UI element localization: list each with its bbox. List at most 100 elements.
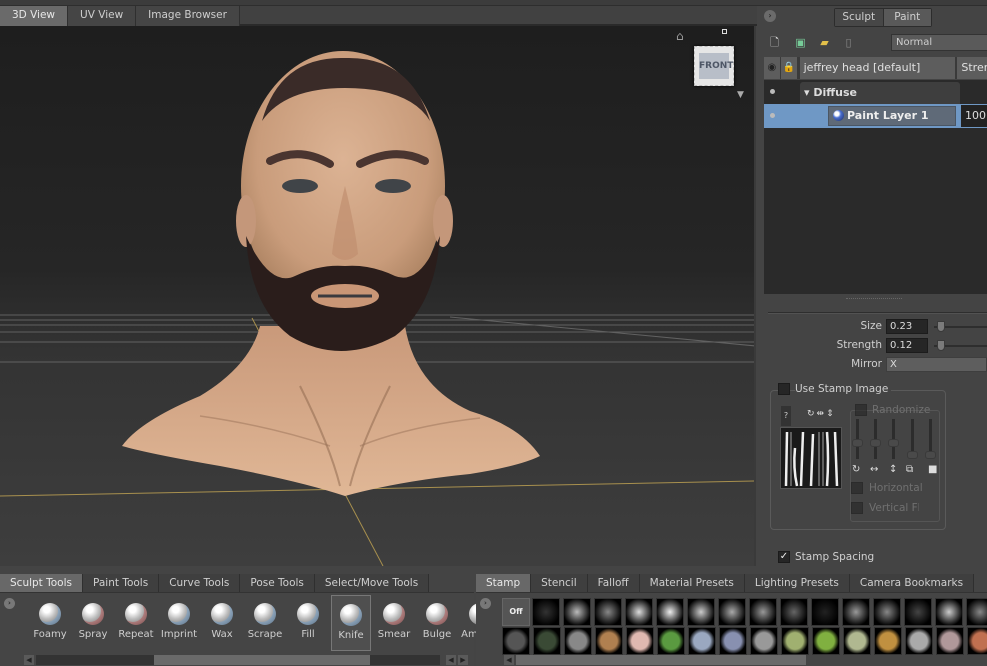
- stamp-off-button[interactable]: Off: [502, 598, 530, 626]
- mirror-select[interactable]: X: [886, 357, 987, 372]
- stamp-orange-leaves[interactable]: [595, 627, 623, 655]
- tab-image-browser[interactable]: Image Browser: [136, 6, 240, 26]
- collapse-tray-icon[interactable]: ›: [480, 598, 491, 609]
- stamps-scrollbar-thumb[interactable]: [516, 655, 806, 665]
- stamp-rock-disc[interactable]: [966, 598, 987, 626]
- stamp-pale-moss[interactable]: [843, 627, 871, 655]
- stamp-soft-cloud[interactable]: [687, 598, 715, 626]
- stamp-spots[interactable]: [749, 598, 777, 626]
- slider-thumb[interactable]: [907, 451, 918, 459]
- random-horizontal-slider[interactable]: [870, 419, 881, 459]
- tab-select-move-tools[interactable]: Select/Move Tools: [314, 574, 430, 592]
- stamp-gray-bush[interactable]: [564, 627, 592, 655]
- scroll-left-button-2[interactable]: ◀: [446, 655, 456, 665]
- stamp-dark-noise[interactable]: [532, 598, 560, 626]
- delete-layer-icon[interactable]: ▯: [842, 36, 855, 49]
- tool-wax[interactable]: Wax: [202, 595, 242, 651]
- randomize-checkbox[interactable]: [855, 404, 867, 416]
- slider-thumb[interactable]: [870, 439, 881, 447]
- tool-bulge[interactable]: Bulge: [417, 595, 457, 651]
- horizontal-flip-checkbox[interactable]: [851, 482, 863, 494]
- slider-thumb[interactable]: [852, 439, 863, 447]
- visibility-dot[interactable]: [770, 113, 775, 118]
- stamp-spacing-checkbox[interactable]: ✓: [778, 551, 790, 563]
- tab-pose-tools[interactable]: Pose Tools: [240, 574, 315, 592]
- tool-foamy[interactable]: Foamy: [30, 595, 70, 651]
- tools-scrollbar[interactable]: [36, 655, 440, 665]
- tool-knife[interactable]: Knife: [331, 595, 371, 651]
- tab-stamp[interactable]: Stamp: [476, 574, 532, 592]
- tool-smear[interactable]: Smear: [374, 595, 414, 651]
- stamp-faint-noise[interactable]: [811, 598, 839, 626]
- tab-camera-bookmarks[interactable]: Camera Bookmarks: [849, 574, 975, 592]
- layer-name[interactable]: Paint Layer 1: [828, 106, 956, 126]
- 3d-viewport[interactable]: ⌂ FRONT ▼: [0, 26, 756, 566]
- random-scale-slider[interactable]: [907, 419, 918, 459]
- scroll-left-button[interactable]: ◀: [24, 655, 34, 665]
- stamp-green-leaves[interactable]: [812, 627, 840, 655]
- tab-uv-view[interactable]: UV View: [68, 6, 137, 26]
- stamp-blue-pebbles[interactable]: [719, 627, 747, 655]
- viewcube-toggle-icon[interactable]: [722, 29, 727, 34]
- lock-header-icon[interactable]: 🔒: [780, 57, 798, 79]
- use-stamp-image-checkbox[interactable]: [778, 383, 790, 395]
- stamp-preview[interactable]: [780, 427, 842, 489]
- stamp-light-leaves[interactable]: [781, 627, 809, 655]
- stamp-gravel[interactable]: [718, 598, 746, 626]
- stamp-rust[interactable]: [967, 627, 987, 655]
- size-input[interactable]: 0.23: [886, 319, 928, 334]
- stamp-cloud[interactable]: [656, 598, 684, 626]
- stamp-vertical-streaks[interactable]: [625, 598, 653, 626]
- paint-mode-button[interactable]: Paint: [883, 9, 931, 26]
- slider-thumb[interactable]: [888, 439, 899, 447]
- new-layer-from-image-icon[interactable]: ▣: [794, 36, 807, 49]
- tool-spray[interactable]: Spray: [73, 595, 113, 651]
- stamp-green-moss[interactable]: [657, 627, 685, 655]
- slider-thumb[interactable]: [925, 451, 936, 459]
- stamp-pink-flower[interactable]: [626, 627, 654, 655]
- stamp-transform-icons[interactable]: ↻⇹⇕: [807, 409, 836, 419]
- tab-lighting-presets[interactable]: Lighting Presets: [744, 574, 850, 592]
- sculpt-mode-button[interactable]: Sculpt: [835, 9, 884, 26]
- viewcube-menu-icon[interactable]: ▼: [737, 90, 744, 100]
- stamp-gold-sponge[interactable]: [874, 627, 902, 655]
- stamps-scrollbar[interactable]: [516, 655, 806, 665]
- blend-mode-select[interactable]: Normal: [891, 34, 987, 51]
- stamp-speckle[interactable]: [780, 598, 808, 626]
- tab-curve-tools[interactable]: Curve Tools: [159, 574, 241, 592]
- stamp-stripes-soft[interactable]: [842, 598, 870, 626]
- tab-3d-view[interactable]: 3D View: [0, 6, 69, 26]
- collapse-panel-icon[interactable]: ›: [764, 10, 776, 22]
- strength-slider-thumb[interactable]: [936, 340, 945, 351]
- layer-row[interactable]: Paint Layer 1 100: [764, 104, 987, 128]
- new-layer-icon[interactable]: 🗋: [768, 36, 781, 49]
- stamp-gray-granite[interactable]: [905, 627, 933, 655]
- tab-paint-tools[interactable]: Paint Tools: [83, 574, 160, 592]
- size-slider[interactable]: [934, 321, 987, 332]
- panel-splitter[interactable]: [846, 298, 902, 300]
- stamp-leaves-dark[interactable]: [533, 627, 561, 655]
- random-vertical-slider[interactable]: [888, 419, 899, 459]
- viewcube-front-face[interactable]: FRONT: [699, 53, 733, 79]
- tool-imprint[interactable]: Imprint: [159, 595, 199, 651]
- random-opacity-slider[interactable]: [925, 419, 936, 459]
- tool-scrape[interactable]: Scrape: [245, 595, 285, 651]
- new-folder-icon[interactable]: ▰: [818, 36, 831, 49]
- random-rotation-slider[interactable]: [852, 419, 863, 459]
- tab-material-presets[interactable]: Material Presets: [639, 574, 745, 592]
- size-slider-thumb[interactable]: [936, 321, 945, 332]
- visibility-dot[interactable]: [770, 89, 775, 94]
- strength-slider[interactable]: [934, 340, 987, 351]
- home-icon[interactable]: ⌂: [676, 30, 690, 42]
- stamp-grid[interactable]: [563, 598, 591, 626]
- stamp-splatter[interactable]: [594, 598, 622, 626]
- stamp-pink-granite[interactable]: [936, 627, 964, 655]
- stamp-cracked-disc[interactable]: [873, 598, 901, 626]
- scroll-right-button[interactable]: ▶: [458, 655, 468, 665]
- tool-repeat[interactable]: Repeat: [116, 595, 156, 651]
- visibility-header-icon[interactable]: ◉: [764, 57, 781, 79]
- layer-group-diffuse[interactable]: ▾ Diffuse: [800, 82, 960, 104]
- stamp-stripes[interactable]: [935, 598, 963, 626]
- tab-stencil[interactable]: Stencil: [531, 574, 588, 592]
- stamp-fabric[interactable]: [502, 627, 530, 655]
